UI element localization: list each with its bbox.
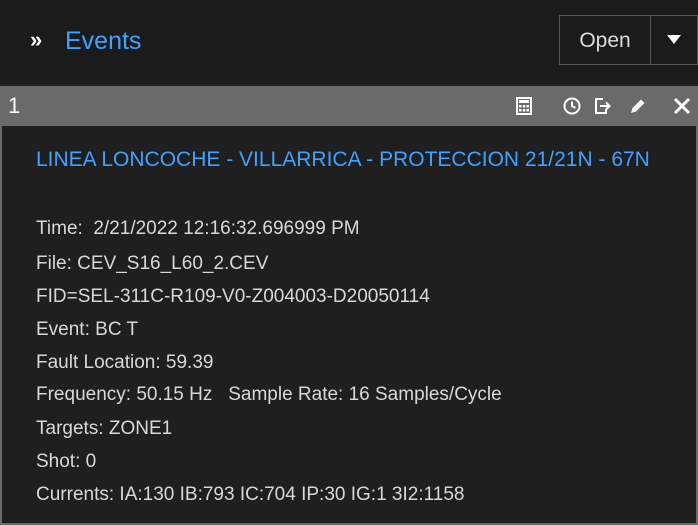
event-frequency: Frequency: 50.15 Hz Sample Rate: 16 Samp… [36,384,502,405]
clock-icon[interactable] [562,96,582,116]
event-fault-location: Fault Location: 59.39 [36,352,214,373]
open-dropdown-button[interactable] [651,15,698,65]
page-title: Events [65,27,142,55]
event-panel-header: 1 [2,86,698,126]
event-currents: Currents: IA:130 IB:793 IC:704 IP:30 IG:… [36,484,465,505]
events-window: » Events Open 1 LINEA LONCOCHE - VILLARR… [0,0,698,525]
open-button[interactable]: Open [559,15,651,65]
event-title-link[interactable]: LINEA LONCOCHE - VILLARRICA - PROTECCION… [36,144,686,176]
event-file: File: CEV_S16_L60_2.CEV [36,253,269,274]
event-type: Event: BC T [36,319,139,340]
calculator-icon[interactable] [514,96,534,116]
export-icon[interactable] [592,96,612,116]
event-fid: FID=SEL-311C-R109-V0-Z004003-D20050114 [36,286,430,307]
event-shot: Shot: 0 [36,451,97,472]
pencil-icon[interactable] [628,96,648,116]
event-targets: Targets: ZONE1 [36,418,173,439]
chevron-down-icon [667,35,681,44]
event-time: Time: 2/21/2022 12:16:32.696999 PM [36,218,360,239]
event-number: 1 [8,93,21,118]
double-chevron-icon[interactable]: » [30,25,42,55]
close-icon[interactable] [672,96,692,116]
event-panel: 1 LINEA LONCOCHE - VILLARRICA - PROTECCI… [0,86,698,525]
events-header: » Events Open [0,0,698,84]
